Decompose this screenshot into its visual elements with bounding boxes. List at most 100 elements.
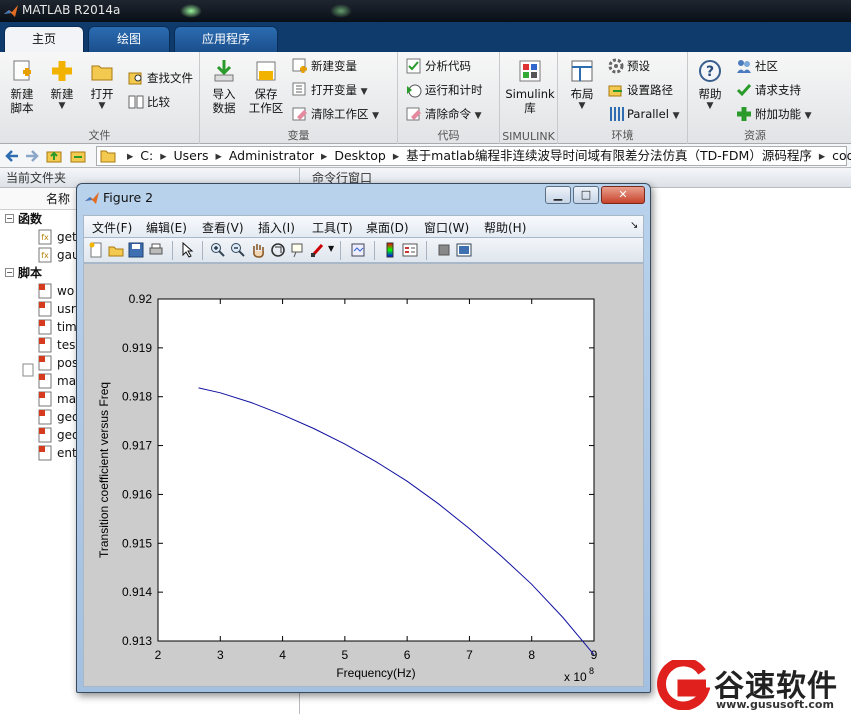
show-tools-icon[interactable] xyxy=(456,242,472,258)
save-icon[interactable] xyxy=(128,242,144,258)
back-arrow-icon[interactable] xyxy=(4,148,20,164)
menu-window[interactable]: 窗口(W) xyxy=(424,219,469,236)
set-path-button[interactable]: 设置路径 xyxy=(608,80,673,100)
x-tick-label: 4 xyxy=(279,648,286,662)
close-button[interactable]: ✕ xyxy=(601,186,645,204)
compare-button[interactable]: 比较 xyxy=(128,92,170,112)
pointer-icon[interactable] xyxy=(180,242,196,258)
community-button[interactable]: 社区 xyxy=(736,56,778,76)
open-variable-icon xyxy=(292,82,306,96)
breadcrumb-segment[interactable]: Desktop xyxy=(334,148,386,163)
set-path-label: 设置路径 xyxy=(627,83,673,97)
maximize-button[interactable]: □ xyxy=(573,186,599,204)
menu-insert[interactable]: 插入(I) xyxy=(258,219,295,236)
file-name: tim xyxy=(57,320,77,334)
preferences-button[interactable]: 预设 xyxy=(608,56,650,76)
watermark-url: www.gususoft.com xyxy=(716,698,834,711)
link-plot-icon[interactable] xyxy=(350,242,366,258)
breadcrumb-segment[interactable]: code xyxy=(832,148,851,163)
matlab-logo-icon xyxy=(4,5,18,17)
request-support-label: 请求支持 xyxy=(755,83,801,97)
collapse-toggle-icon[interactable]: − xyxy=(5,268,14,277)
new-button[interactable]: 新建 ▼ xyxy=(42,58,82,111)
new-figure-icon[interactable] xyxy=(88,242,104,258)
breadcrumb-segment[interactable]: Users xyxy=(174,148,209,163)
new-script-button[interactable]: 新建 脚本 xyxy=(2,58,42,115)
parallel-button[interactable]: Parallel ▼ xyxy=(608,104,679,124)
clear-workspace-label: 清除工作区 xyxy=(311,107,369,121)
zoom-in-icon[interactable] xyxy=(210,242,226,258)
simulink-library-label: Simulink 库 xyxy=(505,87,555,115)
clear-workspace-button[interactable]: 清除工作区 ▼ xyxy=(292,104,379,124)
breadcrumb-segment[interactable]: C: xyxy=(140,148,153,163)
layout-label: 布局 xyxy=(570,87,594,101)
request-support-icon xyxy=(736,84,752,97)
new-variable-label: 新建变量 xyxy=(311,59,357,73)
menu-edit[interactable]: 编辑(E) xyxy=(146,219,187,236)
chevron-down-icon: ▼ xyxy=(98,101,106,111)
print-icon[interactable] xyxy=(148,242,164,258)
open-file-icon[interactable] xyxy=(108,242,124,258)
chevron-down-icon: ▼ xyxy=(578,101,586,111)
menu-desktop[interactable]: 桌面(D) xyxy=(366,219,409,236)
layout-button[interactable]: 布局 ▼ xyxy=(562,58,602,111)
legend-icon[interactable] xyxy=(402,242,418,258)
import-data-icon xyxy=(214,60,234,82)
dock-arrow-icon[interactable]: ↘ xyxy=(630,220,638,231)
group-file-label: 文件 xyxy=(88,129,111,142)
browse-folder-icon[interactable] xyxy=(70,148,86,164)
file-name: ma xyxy=(57,392,77,406)
import-data-button[interactable]: 导入 数据 xyxy=(204,58,244,115)
chevron-down-icon[interactable]: ▼ xyxy=(328,244,334,253)
analyze-code-label: 分析代码 xyxy=(425,59,471,73)
add-ons-button[interactable]: 附加功能 ▼ xyxy=(736,104,812,124)
simulink-library-button[interactable]: Simulink 库 xyxy=(504,58,556,115)
open-variable-button[interactable]: 打开变量 ▼ xyxy=(292,80,368,100)
file-name: ma xyxy=(57,374,77,388)
y-axis-label: Transition coefficient versus Freq xyxy=(97,382,111,558)
tab-apps[interactable]: 应用程序 xyxy=(174,26,278,52)
clear-commands-button[interactable]: 清除命令 ▼ xyxy=(406,104,482,124)
colorbar-icon[interactable] xyxy=(382,242,398,258)
forward-arrow-icon[interactable] xyxy=(24,148,40,164)
brush-icon[interactable] xyxy=(310,242,326,258)
menu-tools[interactable]: 工具(T) xyxy=(312,219,353,236)
analyze-code-button[interactable]: 分析代码 xyxy=(406,56,471,76)
breadcrumb-segment[interactable]: 基于matlab编程非连续波导时间域有限差分法仿真（TD-FDM）源码程序 xyxy=(406,148,812,163)
breadcrumb-segment[interactable]: Administrator xyxy=(229,148,314,163)
run-and-time-button[interactable]: 运行和计时 xyxy=(406,80,483,100)
script-file-icon xyxy=(38,355,52,371)
svg-text:?: ? xyxy=(706,64,714,80)
zoom-out-icon[interactable] xyxy=(230,242,246,258)
run-and-time-label: 运行和计时 xyxy=(425,83,483,97)
find-files-button[interactable]: 查找文件 xyxy=(128,68,193,88)
layout-icon xyxy=(571,60,593,82)
collapse-toggle-icon[interactable]: − xyxy=(5,214,14,223)
save-workspace-button[interactable]: 保存 工作区 xyxy=(246,58,286,115)
breadcrumb: ▸ C: ▸ Users ▸ Administrator ▸ Desktop ▸ 基于matlab… xyxy=(120,144,851,168)
figure-canvas: 2 3 4 5 6 7 8 9 0.913 0.914 0.915 0.916 0.917 0.918 0.… xyxy=(83,263,644,687)
ribbon-tab-row: 主页 绘图 应用程序 xyxy=(0,22,851,52)
menu-view[interactable]: 查看(V) xyxy=(202,219,244,236)
new-variable-button[interactable]: 新建变量 xyxy=(292,56,357,76)
up-folder-icon[interactable] xyxy=(46,148,62,164)
find-files-label: 查找文件 xyxy=(147,71,193,85)
clear-commands-label: 清除命令 xyxy=(425,107,471,121)
tree-section-label: 脚本 xyxy=(18,266,43,280)
tab-plots[interactable]: 绘图 xyxy=(88,26,170,52)
add-ons-icon xyxy=(737,107,751,121)
rotate-3d-icon[interactable] xyxy=(270,242,286,258)
hide-tools-icon[interactable] xyxy=(436,242,452,258)
menu-file[interactable]: 文件(F) xyxy=(92,219,132,236)
script-file-icon xyxy=(38,391,52,407)
gear-icon xyxy=(608,58,624,74)
data-cursor-icon[interactable] xyxy=(290,242,306,258)
open-button[interactable]: 打开 ▼ xyxy=(82,58,122,111)
help-button[interactable]: ? 帮助 ▼ xyxy=(690,58,730,111)
menu-help[interactable]: 帮助(H) xyxy=(484,219,526,236)
pan-hand-icon[interactable] xyxy=(250,242,266,258)
tab-home[interactable]: 主页 xyxy=(4,26,84,52)
request-support-button[interactable]: 请求支持 xyxy=(736,80,801,100)
script-file-icon xyxy=(38,427,52,443)
minimize-button[interactable]: ▁ xyxy=(545,186,571,204)
